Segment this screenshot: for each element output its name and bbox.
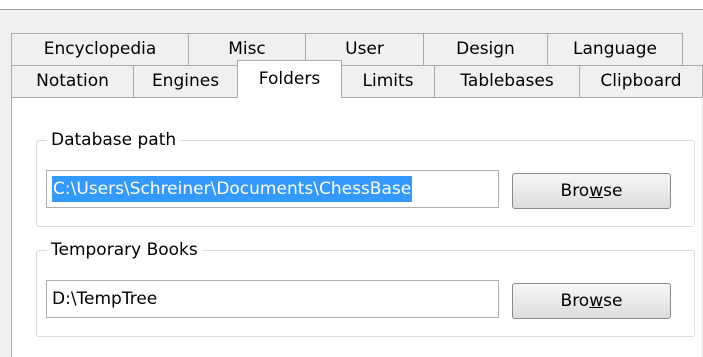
- tab-engines[interactable]: Engines: [133, 65, 237, 98]
- temporary-books-group: Temporary Books D:\TempTree Browse: [36, 237, 695, 337]
- temporary-books-value: D:\TempTree: [52, 289, 158, 309]
- browse-label-start: Bro: [560, 181, 590, 201]
- window-top-edge: [0, 0, 703, 10]
- temporary-books-legend: Temporary Books: [47, 237, 202, 263]
- tab-limits[interactable]: Limits: [342, 65, 434, 98]
- browse-label-end: se: [603, 291, 623, 311]
- browse-accelerator: w: [589, 181, 604, 201]
- tab-tablebases[interactable]: Tablebases: [434, 65, 579, 98]
- folders-panel: Database path C:\Users\Schreiner\Documen…: [11, 97, 701, 357]
- browse-accelerator: w: [589, 291, 604, 311]
- tab-row-front: Notation Engines Folders Limits Tablebas…: [11, 60, 703, 98]
- database-path-browse-button[interactable]: Browse: [512, 173, 671, 209]
- database-path-group: Database path C:\Users\Schreiner\Documen…: [36, 127, 695, 227]
- tab-encyclopedia[interactable]: Encyclopedia: [11, 33, 188, 66]
- browse-label-end: se: [603, 181, 623, 201]
- database-path-legend: Database path: [47, 127, 181, 153]
- tab-design[interactable]: Design: [423, 33, 547, 66]
- database-path-value: C:\Users\Schreiner\Documents\ChessBase: [52, 176, 413, 202]
- tab-folders[interactable]: Folders: [237, 60, 342, 98]
- browse-label-start: Bro: [560, 291, 590, 311]
- temporary-books-browse-button[interactable]: Browse: [512, 283, 671, 319]
- temporary-books-field[interactable]: D:\TempTree: [46, 280, 499, 318]
- tab-row-back: Encyclopedia Misc User Design Language: [11, 33, 683, 66]
- tab-language[interactable]: Language: [547, 33, 683, 66]
- database-path-field[interactable]: C:\Users\Schreiner\Documents\ChessBase: [46, 170, 499, 208]
- tab-clipboard[interactable]: Clipboard: [579, 65, 703, 98]
- tab-notation[interactable]: Notation: [11, 65, 133, 98]
